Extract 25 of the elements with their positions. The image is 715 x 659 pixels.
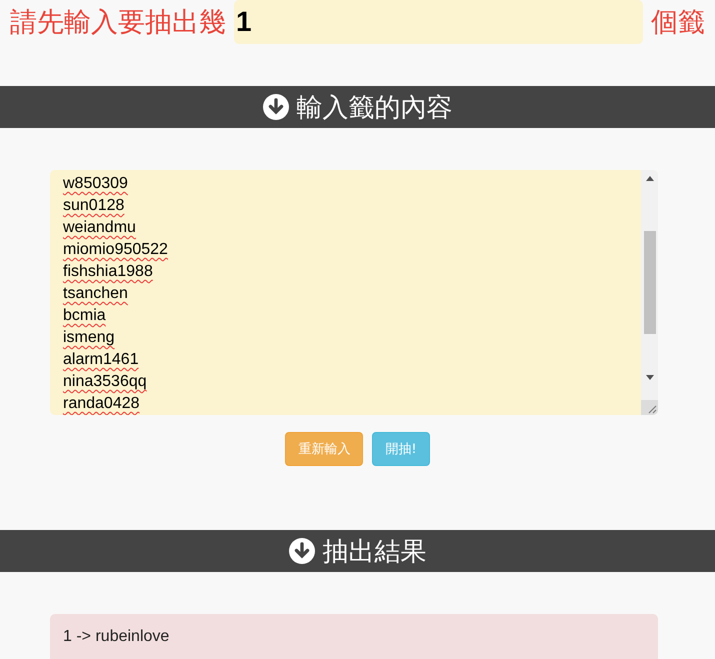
entry-line: sun0128 [63, 196, 124, 216]
arrow-down-circle-icon [288, 538, 314, 564]
entry-line: tsanchen [63, 284, 128, 304]
unit-label: 個籤 [651, 6, 705, 40]
entry-line: fishshia1988 [63, 262, 153, 282]
section-title: 抽出結果 [322, 536, 426, 568]
scroll-up-icon[interactable] [646, 176, 654, 181]
entry-line: w850309 [63, 174, 128, 194]
entry-line: alarm1461 [63, 350, 139, 370]
prompt-label: 請先輸入要抽出幾 [10, 6, 226, 40]
arrow-down-circle-icon [262, 94, 288, 120]
resize-grip-icon[interactable] [641, 400, 658, 415]
count-input[interactable]: 1 [234, 0, 643, 44]
scroll-down-icon[interactable] [646, 375, 654, 380]
entry-line: ismeng [63, 328, 115, 348]
scrollbar[interactable] [641, 170, 658, 415]
entry-line: nina3536qq [63, 372, 147, 392]
entry-line: miomio950522 [63, 240, 168, 260]
section-title: 輸入籤的內容 [296, 92, 452, 124]
result-text: 1 -> rubeinlove [63, 628, 170, 646]
entry-line: randa0428 [63, 394, 140, 414]
entries-field[interactable]: w850309 sun0128 weiandmu miomio950522 fishshia1988 tsanchen bcmia ismeng alarm1461 nina3536qq randa0428 [50, 170, 658, 415]
entry-line: weiandmu [63, 218, 136, 238]
entry-line: bcmia [63, 306, 106, 326]
scroll-thumb[interactable] [644, 231, 656, 334]
